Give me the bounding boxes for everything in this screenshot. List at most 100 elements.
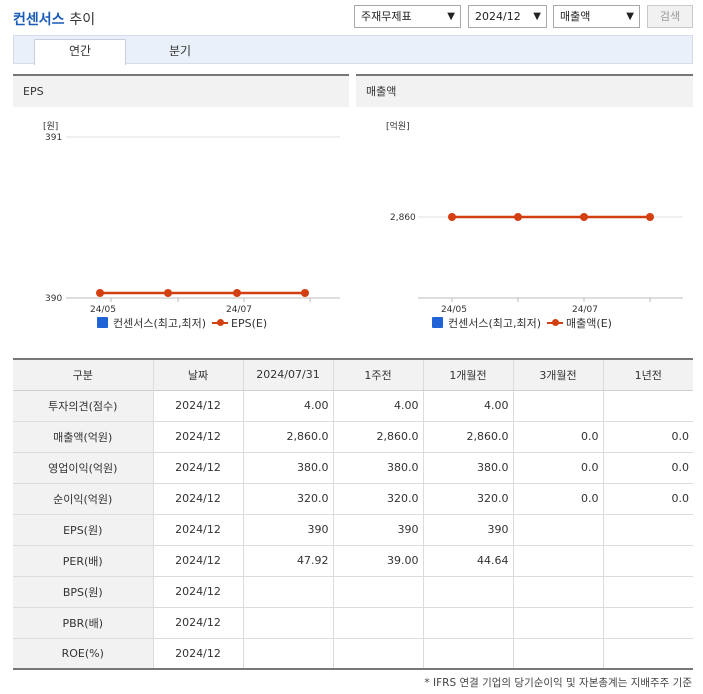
table-cell: 4.00: [423, 390, 514, 422]
row-date: 2024/12: [153, 514, 244, 546]
table-cell: [333, 576, 424, 608]
row-date: 2024/12: [153, 545, 244, 577]
chevron-down-icon: ▼: [533, 11, 541, 22]
table-cell: [333, 607, 424, 639]
table-row: BPS(원) 2024/12: [13, 576, 693, 608]
footnote: * IFRS 연결 기업의 당기순이익 및 자본총계는 지배주주 기준: [424, 677, 692, 689]
table-cell: [333, 638, 424, 670]
eps-point[interactable]: [164, 289, 172, 297]
revenue-point[interactable]: [580, 213, 588, 221]
period-select[interactable]: 2024/12 ▼: [468, 5, 547, 28]
row-label: 순이익(억원): [13, 483, 154, 515]
table-cell: [243, 576, 334, 608]
table-cell: [513, 607, 604, 639]
table-cell: 0.0: [603, 483, 693, 515]
eps-unit-label: [원]: [43, 121, 58, 132]
eps-y-tick: 391: [45, 133, 62, 143]
revenue-x-tick: 24/07: [572, 305, 598, 315]
row-label: ROE(%): [13, 638, 154, 670]
table-cell: 390: [243, 514, 334, 546]
table-cell: 390: [423, 514, 514, 546]
legend-label: 컨센서스(최고,최저): [113, 317, 207, 330]
table-cell: [603, 576, 693, 608]
metric-select[interactable]: 매출액 ▼: [553, 5, 640, 28]
legend-line-icon: [212, 319, 229, 326]
chevron-down-icon: ▼: [447, 11, 455, 22]
row-date: 2024/12: [153, 638, 244, 670]
tab-annual[interactable]: 연간: [34, 39, 126, 65]
table-cell: 39.00: [333, 545, 424, 577]
revenue-x-tick: 24/05: [441, 305, 467, 315]
table-cell: 44.64: [423, 545, 514, 577]
table-cell: [603, 390, 693, 422]
row-label: 영업이익(억원): [13, 452, 154, 484]
chevron-down-icon: ▼: [626, 11, 634, 22]
table-cell: 320.0: [333, 483, 424, 515]
eps-point[interactable]: [301, 289, 309, 297]
row-date: 2024/12: [153, 607, 244, 639]
revenue-y-tick: 2,860: [390, 213, 416, 223]
search-button[interactable]: 검색: [647, 5, 693, 28]
row-date: 2024/12: [153, 483, 244, 515]
table-cell: [513, 390, 604, 422]
revenue-point[interactable]: [514, 213, 522, 221]
table-cell: [513, 576, 604, 608]
column-header: 3개월전: [513, 359, 604, 391]
revenue-point[interactable]: [646, 213, 654, 221]
table-cell: 47.92: [243, 545, 334, 577]
table-cell: [603, 607, 693, 639]
table-cell: [603, 514, 693, 546]
revenue-unit-label: [억원]: [386, 120, 410, 132]
table-cell: [423, 638, 514, 670]
table-cell: 380.0: [423, 452, 514, 484]
table-cell: [243, 638, 334, 670]
consensus-table: 구분 날짜 2024/07/31 1주전 1개월전 3개월전 1년전 투자의견(점수) 202…: [13, 358, 693, 670]
table-cell: [513, 638, 604, 670]
table-cell: [603, 545, 693, 577]
table-cell: 0.0: [513, 452, 604, 484]
statement-type-select[interactable]: 주재무제표 ▼: [354, 5, 461, 28]
table-row: EPS(원) 2024/12 390 390 390: [13, 514, 693, 546]
period-tabs: 연간 분기: [13, 35, 693, 65]
revenue-chart: [억원] 2,860 24/05 24/07: [386, 120, 683, 315]
table-row: ROE(%) 2024/12: [13, 638, 693, 670]
row-date: 2024/12: [153, 421, 244, 453]
table-cell: 4.00: [333, 390, 424, 422]
eps-chart: [원] 391 390 24/05 24/07: [43, 121, 340, 315]
table-cell: [603, 638, 693, 670]
revenue-legend: 컨센서스(최고,최저) 매출액(E): [432, 315, 612, 331]
eps-legend: 컨센서스(최고,최저) EPS(E): [97, 315, 267, 331]
table-cell: [243, 607, 334, 639]
metric-value: 매출액: [560, 10, 591, 23]
eps-x-tick: 24/07: [226, 305, 252, 315]
legend-square-icon: [432, 317, 443, 328]
header: 컨센서스 추이 주재무제표 ▼ 2024/12 ▼ 매출액 ▼ 검색: [0, 0, 703, 34]
statement-type-value: 주재무제표: [361, 10, 412, 23]
column-header: 1년전: [603, 359, 693, 391]
table-cell: 4.00: [243, 390, 334, 422]
table-cell: 320.0: [243, 483, 334, 515]
legend-label: EPS(E): [231, 317, 268, 330]
column-header: 1주전: [333, 359, 424, 391]
table-cell: 390: [333, 514, 424, 546]
row-date: 2024/12: [153, 452, 244, 484]
table-cell: [423, 607, 514, 639]
row-label: EPS(원): [13, 514, 154, 546]
eps-panel-title: EPS: [13, 74, 349, 107]
row-label: 매출액(억원): [13, 421, 154, 453]
table-cell: [423, 576, 514, 608]
eps-point[interactable]: [233, 289, 241, 297]
table-cell: 2,860.0: [333, 421, 424, 453]
legend-label: 매출액(E): [566, 317, 612, 330]
column-header: 구분: [13, 359, 154, 391]
table-row: PER(배) 2024/12 47.92 39.00 44.64: [13, 545, 693, 577]
eps-point[interactable]: [96, 289, 104, 297]
column-header: 1개월전: [423, 359, 514, 391]
table-cell: 0.0: [603, 421, 693, 453]
revenue-point[interactable]: [448, 213, 456, 221]
tab-quarterly[interactable]: 분기: [134, 40, 226, 65]
table-cell: [513, 545, 604, 577]
revenue-panel-title: 매출액: [356, 74, 693, 107]
row-label: BPS(원): [13, 576, 154, 608]
page-title: 컨센서스 추이: [13, 9, 95, 29]
